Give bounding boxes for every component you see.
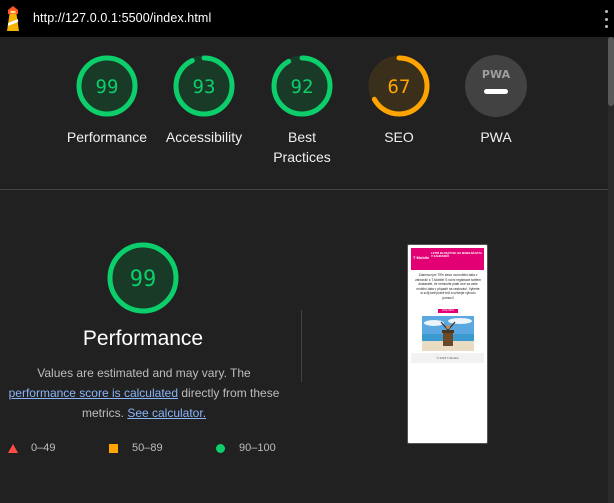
desc-text: Values are estimated and may vary. The — [37, 366, 251, 380]
score-calculated-link[interactable]: performance score is calculated — [9, 386, 178, 400]
fail-triangle-icon — [8, 443, 18, 453]
gauge-label: Accessibility — [165, 129, 243, 145]
gauge-label: Best Practices — [252, 127, 352, 167]
scrollbar-thumb[interactable] — [608, 37, 614, 106]
score-value: 99 — [96, 76, 119, 98]
score-value: 93 — [193, 76, 216, 98]
kebab-menu-icon[interactable] — [603, 10, 609, 28]
gauge-pwa[interactable]: PWA PWA — [446, 53, 546, 147]
pwa-dash-icon — [484, 89, 508, 94]
performance-score-gauge: 99 — [107, 242, 179, 314]
score-ring: 67 — [368, 55, 430, 117]
see-calculator-link[interactable]: See calculator. — [127, 406, 206, 420]
thumbnail-cta-label: VÍCE INFO — [442, 309, 454, 312]
pwa-badge-text: PWA — [482, 68, 511, 81]
performance-title: Performance — [82, 327, 204, 350]
thumbnail-header: T Mobile LETNÍ BLOKÁTOR, NA MOBILNÍ DATA… — [411, 248, 484, 270]
thumbnail-footer-text: © 2023 T-Mobile — [436, 356, 459, 360]
performance-description: Values are estimated and may vary. The p… — [4, 363, 284, 423]
legend-fail: 0–49 — [8, 440, 55, 456]
pass-circle-icon — [216, 443, 225, 453]
gauge-label-line: Practices — [273, 149, 331, 165]
thumbnail-footer: © 2023 T-Mobile — [411, 353, 484, 363]
score-ring: 93 — [173, 55, 235, 117]
vertical-divider — [301, 310, 302, 382]
legend-range: 50–89 — [132, 442, 163, 454]
beach-photo — [422, 316, 474, 351]
gauge-accessibility[interactable]: 93 Accessibility — [154, 53, 254, 147]
score-ring: 92 — [271, 55, 333, 117]
gauge-label: SEO — [384, 129, 414, 145]
section-divider — [0, 189, 608, 190]
thumbnail-headline: LETNÍ BLOKÁTOR, NA MOBILNÍ DATA V ZAHRAN… — [431, 251, 482, 259]
final-screenshot-thumbnail[interactable]: T Mobile LETNÍ BLOKÁTOR, NA MOBILNÍ DATA… — [407, 244, 488, 444]
score-value: 67 — [388, 76, 411, 98]
performance-score-value: 99 — [130, 267, 157, 292]
gauge-performance[interactable]: 99 Performance — [57, 53, 157, 147]
thumbnail-body-text: Zdarma nyní 75% slevu na mobilní data v … — [415, 273, 481, 300]
gauge-label: Performance — [66, 129, 148, 145]
score-ring: 99 — [76, 55, 138, 117]
thumbnail-brand: T Mobile — [413, 255, 430, 260]
gauge-label-line: Best — [287, 129, 316, 145]
gauge-best-practices[interactable]: 92 Best Practices — [252, 53, 352, 167]
address-bar: http://127.0.0.1:5500/index.html — [0, 0, 614, 37]
gauge-label: PWA — [480, 129, 512, 145]
legend-range: 90–100 — [239, 442, 276, 454]
legend-range: 0–49 — [31, 442, 56, 454]
page-url[interactable]: http://127.0.0.1:5500/index.html — [33, 11, 211, 25]
gauge-seo[interactable]: 67 SEO — [349, 53, 449, 147]
pwa-badge: PWA — [465, 55, 527, 117]
lighthouse-icon — [7, 6, 19, 31]
legend-average: 50–89 — [109, 440, 163, 456]
scrollbar-track[interactable] — [608, 37, 614, 503]
thumbnail-cta: VÍCE INFO — [438, 309, 458, 313]
average-square-icon — [109, 443, 118, 453]
legend-pass: 90–100 — [216, 440, 276, 456]
score-value: 92 — [291, 76, 314, 98]
